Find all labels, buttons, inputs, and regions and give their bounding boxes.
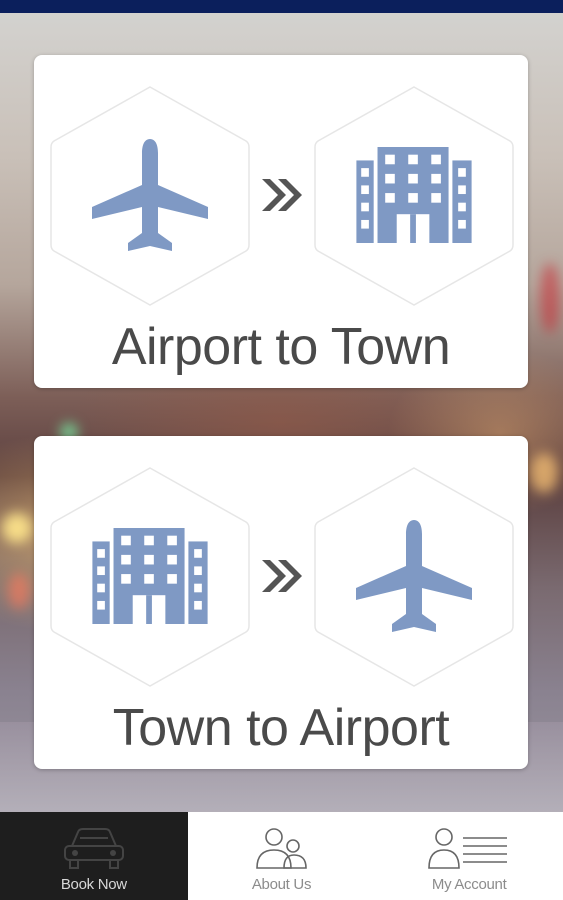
route-label: Town to Airport — [112, 699, 450, 757]
bottom-tab-bar: Book Now About Us My Account — [0, 812, 563, 900]
tab-book-now[interactable]: Book Now — [0, 812, 188, 900]
to-hexagon — [314, 85, 514, 307]
car-icon — [63, 828, 124, 869]
account-icon — [428, 828, 508, 869]
airplane-icon — [92, 139, 208, 251]
tab-about-us[interactable]: About Us — [188, 812, 376, 900]
route-card-airport-to-town[interactable]: Airport to Town — [34, 55, 528, 388]
to-hexagon — [314, 466, 514, 688]
from-hexagon — [50, 85, 250, 307]
double-chevron-right-icon — [260, 175, 304, 215]
tab-label: My Account — [431, 876, 507, 893]
airplane-icon — [356, 520, 472, 632]
from-hexagon — [50, 466, 250, 688]
building-icon — [92, 528, 208, 624]
tab-my-account[interactable]: My Account — [375, 812, 563, 900]
status-bar — [0, 0, 563, 13]
tab-label: About Us — [251, 876, 312, 893]
tab-label: Book Now — [60, 876, 127, 893]
route-label: Airport to Town — [111, 318, 451, 376]
route-card-town-to-airport[interactable]: Town to Airport — [34, 436, 528, 769]
people-icon — [255, 828, 307, 869]
building-icon — [356, 147, 472, 243]
double-chevron-right-icon — [260, 556, 304, 596]
